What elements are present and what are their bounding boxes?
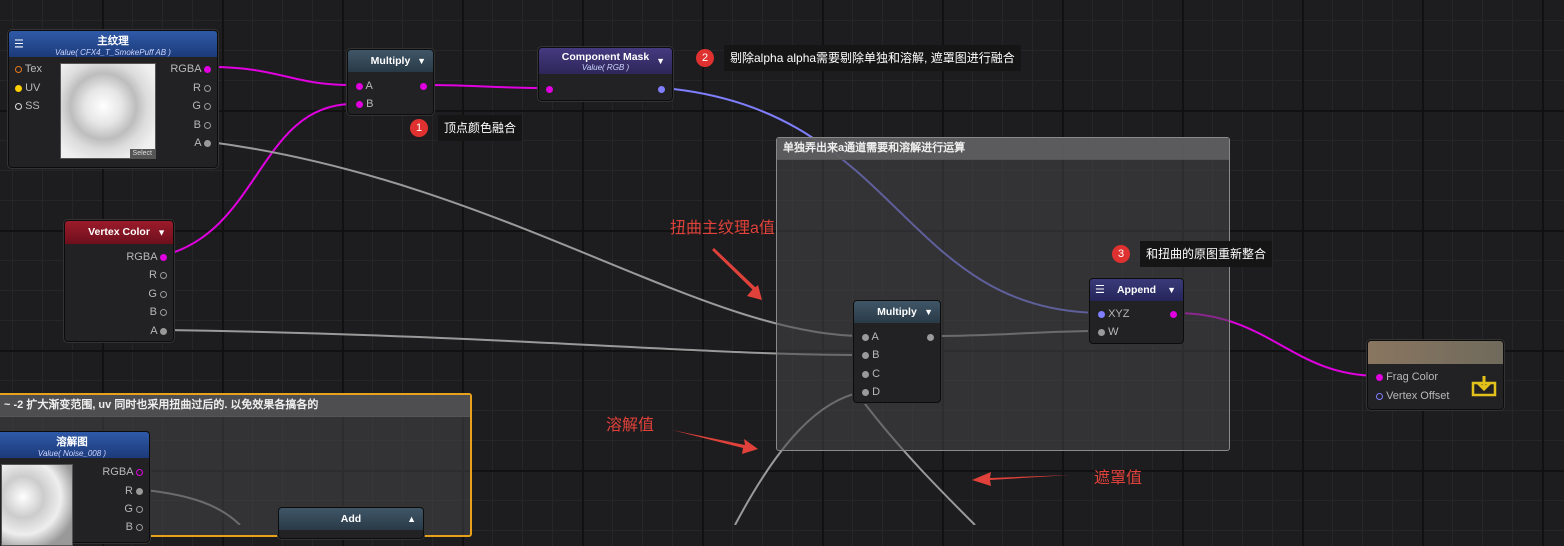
- group-title[interactable]: ~ -2 扩大渐变范围, uv 同时也采用扭曲过后的. 以免效果各搞各的: [0, 395, 470, 417]
- node-header[interactable]: [1368, 341, 1503, 364]
- port-b-out[interactable]: B: [194, 119, 211, 131]
- port-c-in[interactable]: C: [862, 368, 880, 380]
- triangle-down-icon[interactable]: ▼: [656, 56, 665, 66]
- node-header[interactable]: ☰ Append ▼: [1090, 279, 1183, 301]
- node-title: Multiply: [370, 55, 411, 67]
- node-header[interactable]: ☰ 主纹理 Value( CFX4_T_SmokePuff AB ): [9, 31, 217, 57]
- port-r-out[interactable]: R: [149, 269, 167, 281]
- port-rgba-out[interactable]: RGBA: [126, 251, 167, 263]
- node-header[interactable]: Add ▲: [279, 508, 423, 530]
- annotation-badge-1: 1: [410, 119, 428, 137]
- port-rgba-out[interactable]: RGBA: [170, 63, 211, 75]
- annotation-2: 剔除alpha alpha需要剔除单独和溶解, 遮罩图进行融合: [724, 45, 1021, 71]
- download-icon[interactable]: [1471, 375, 1497, 397]
- port-g-out[interactable]: G: [192, 100, 211, 112]
- group-title[interactable]: 单独弄出来a通道需要和溶解进行运算: [777, 138, 1229, 160]
- port-w-in[interactable]: W: [1098, 326, 1118, 338]
- dissolve-texture-node[interactable]: 溶解图 Value( Noise_008 ) RGBA R G B: [0, 431, 150, 546]
- triangle-down-icon[interactable]: ▼: [417, 50, 426, 72]
- red-label-mask: 遮罩值: [1094, 470, 1143, 487]
- triangle-down-icon[interactable]: ▼: [157, 221, 166, 244]
- wire-multiply-to-mask: [424, 84, 546, 89]
- port-out[interactable]: [420, 80, 427, 92]
- multiply-node-mid[interactable]: Multiply ▼ A B C D: [853, 300, 941, 403]
- hamburger-icon[interactable]: ☰: [14, 38, 24, 51]
- main-texture-node[interactable]: ☰ 主纹理 Value( CFX4_T_SmokePuff AB ) Tex U…: [8, 30, 218, 168]
- node-header[interactable]: Multiply ▼: [854, 301, 940, 323]
- node-title: Vertex Color: [88, 226, 150, 238]
- port-out[interactable]: [927, 331, 934, 343]
- red-label-dissolve: 溶解值: [606, 417, 655, 434]
- port-ss[interactable]: SS: [15, 100, 40, 112]
- port-frag-color[interactable]: Frag Color: [1376, 371, 1438, 383]
- port-rgba-out[interactable]: RGBA: [102, 466, 143, 478]
- annotation-badge-2: 2: [696, 49, 714, 67]
- annotation-3: 和扭曲的原图重新整合: [1140, 241, 1273, 267]
- port-r-out[interactable]: R: [125, 485, 143, 497]
- node-header[interactable]: Multiply ▼: [348, 50, 433, 72]
- node-title: 主纹理: [97, 35, 129, 47]
- port-b-in[interactable]: B: [862, 349, 879, 361]
- port-tex[interactable]: Tex: [15, 63, 42, 75]
- output-node[interactable]: Frag Color Vertex Offset: [1367, 340, 1504, 410]
- red-arrow-3: [972, 472, 1070, 486]
- node-header[interactable]: Vertex Color ▼: [65, 221, 173, 244]
- port-uv[interactable]: UV: [15, 82, 40, 94]
- port-out[interactable]: [1170, 308, 1177, 320]
- wire-vc-a-to-multiply-b: [164, 329, 863, 356]
- port-xyz-in[interactable]: XYZ: [1098, 308, 1129, 320]
- port-g-out[interactable]: G: [124, 503, 143, 515]
- port-a-in[interactable]: A: [356, 80, 373, 92]
- port-vertex-offset[interactable]: Vertex Offset: [1376, 390, 1449, 402]
- node-title: Add: [340, 513, 362, 525]
- node-header[interactable]: Component Mask Value( RGB ) ▼: [539, 48, 672, 74]
- select-button[interactable]: Select: [129, 149, 155, 158]
- hamburger-icon[interactable]: ☰: [1095, 279, 1105, 301]
- node-header[interactable]: 溶解图 Value( Noise_008 ): [0, 432, 149, 458]
- texture-preview[interactable]: [1, 464, 73, 546]
- port-in[interactable]: [546, 83, 553, 95]
- node-subtitle: Value( RGB ): [581, 63, 630, 72]
- wire-rgba-to-multiply-a: [209, 66, 353, 86]
- node-title: Component Mask: [561, 51, 650, 63]
- node-subtitle: Value( CFX4_T_SmokePuff AB ): [55, 48, 171, 57]
- annotation-badge-3: 3: [1112, 245, 1130, 263]
- append-node[interactable]: ☰ Append ▼ XYZ W: [1089, 278, 1184, 344]
- node-title: Append: [1116, 284, 1157, 296]
- port-b-in[interactable]: B: [356, 98, 373, 110]
- triangle-up-icon[interactable]: ▲: [407, 508, 416, 530]
- port-b-out[interactable]: B: [126, 521, 143, 533]
- texture-preview[interactable]: Select: [60, 63, 156, 159]
- port-out[interactable]: [658, 83, 665, 95]
- port-d-in[interactable]: D: [862, 386, 880, 398]
- triangle-down-icon[interactable]: ▼: [1167, 279, 1176, 301]
- annotation-1: 顶点颜色融合: [438, 115, 523, 141]
- port-a-out[interactable]: A: [194, 137, 211, 149]
- wire-tex-a-to-multiply-a: [209, 141, 863, 337]
- node-title: 溶解图: [56, 436, 88, 448]
- port-b-out[interactable]: B: [150, 306, 167, 318]
- red-arrow-1: [712, 248, 762, 300]
- add-node[interactable]: Add ▲: [278, 507, 424, 539]
- red-arrow-2: [672, 430, 758, 454]
- port-a-out[interactable]: A: [150, 325, 167, 337]
- port-a-in[interactable]: A: [862, 331, 879, 343]
- node-title: Multiply: [877, 306, 917, 318]
- port-g-out[interactable]: G: [148, 288, 167, 300]
- triangle-down-icon[interactable]: ▼: [924, 301, 933, 323]
- component-mask-node[interactable]: Component Mask Value( RGB ) ▼: [538, 47, 673, 101]
- red-label-distort-alpha: 扭曲主纹理a值: [670, 220, 775, 237]
- multiply-node-top[interactable]: Multiply ▼ A B: [347, 49, 434, 115]
- vertex-color-node[interactable]: Vertex Color ▼ RGBA R G B A: [64, 220, 174, 342]
- node-subtitle: Value( Noise_008 ): [37, 449, 107, 458]
- port-r-out[interactable]: R: [193, 82, 211, 94]
